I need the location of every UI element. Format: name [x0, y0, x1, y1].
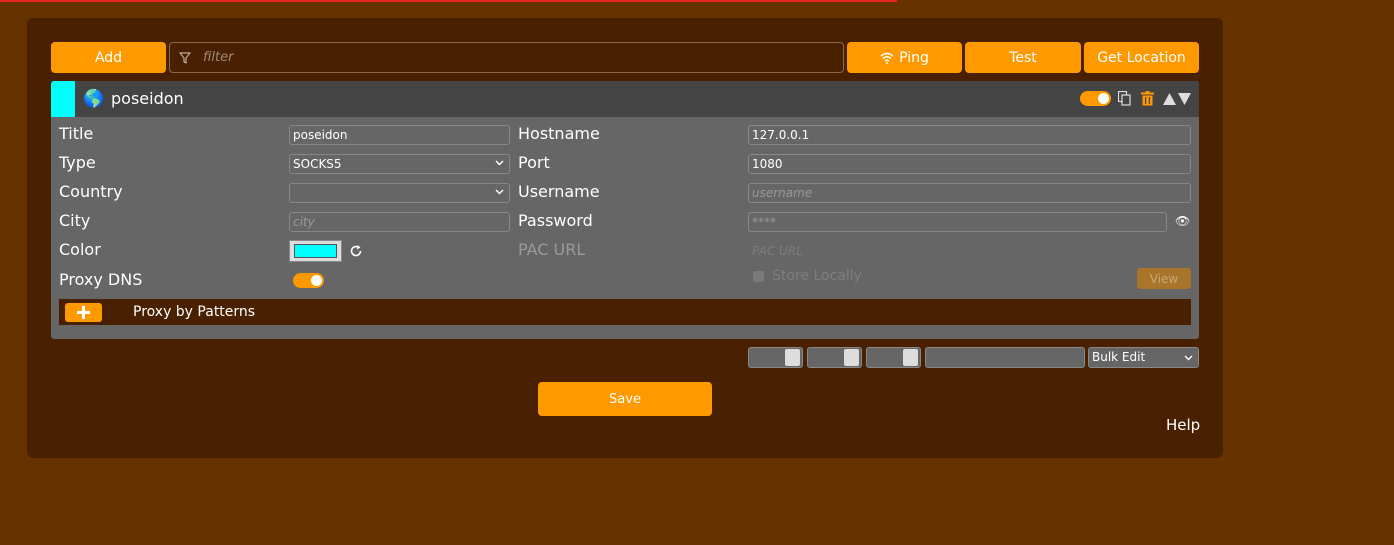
pac-url-label: PAC URL: [518, 240, 586, 259]
toolbar: Add Ping Test Get Location: [51, 42, 1199, 73]
store-locally-label: Store Locally: [772, 268, 862, 284]
bulk-text-input[interactable]: [925, 347, 1085, 368]
globe-icon: 🌎: [83, 89, 105, 109]
proxy-patterns-bar: Proxy by Patterns: [59, 299, 1191, 325]
bulk-number-input-1[interactable]: [748, 347, 803, 368]
title-input[interactable]: [289, 125, 510, 145]
bulk-edit-select-value: Bulk Edit: [1092, 350, 1146, 364]
spinner-arrows-icon[interactable]: [844, 349, 859, 366]
proxy-dns-label: Proxy DNS: [59, 270, 143, 289]
color-picker-swatch: [294, 244, 337, 258]
ping-button-label: Ping: [899, 49, 929, 66]
chevron-down-icon: [1184, 355, 1193, 361]
proxy-card: 🌎 poseidon Title poseidon Type SOCKS5 Co…: [51, 81, 1199, 339]
save-button[interactable]: Save: [538, 382, 712, 416]
type-select[interactable]: SOCKS5: [289, 154, 510, 174]
bulk-number-input-2[interactable]: [807, 347, 862, 368]
country-select[interactable]: [289, 183, 510, 203]
test-button-label: Test: [1009, 49, 1037, 66]
city-input[interactable]: [289, 212, 510, 232]
bulk-number-input-3[interactable]: [866, 347, 921, 368]
bulk-edit-select[interactable]: Bulk Edit: [1088, 347, 1199, 368]
ping-button[interactable]: Ping: [847, 42, 962, 73]
spinner-arrows-icon[interactable]: [785, 349, 800, 366]
hostname-label: Hostname: [518, 124, 600, 143]
proxy-enabled-toggle[interactable]: [1080, 91, 1111, 106]
proxy-by-patterns-label: Proxy by Patterns: [133, 304, 256, 320]
password-input[interactable]: [748, 212, 1167, 232]
hostname-input[interactable]: [748, 125, 1191, 145]
refresh-icon[interactable]: [349, 244, 363, 258]
test-button[interactable]: Test: [965, 42, 1081, 73]
move-down-icon[interactable]: [1178, 93, 1191, 105]
help-link[interactable]: Help: [1166, 415, 1200, 435]
color-picker[interactable]: [289, 240, 342, 262]
spinner-arrows-icon[interactable]: [903, 349, 918, 366]
main-panel: Add Ping Test Get Location 🌎: [27, 18, 1223, 458]
port-input[interactable]: [748, 154, 1191, 174]
proxy-header-title: poseidon: [111, 89, 184, 108]
color-label: Color: [59, 240, 101, 259]
proxy-header[interactable]: 🌎 poseidon: [51, 81, 1199, 117]
pac-url-input: [748, 241, 1191, 261]
get-location-button[interactable]: Get Location: [1084, 42, 1199, 73]
view-button: View: [1137, 268, 1191, 289]
filter-input[interactable]: [201, 49, 805, 66]
save-button-label: Save: [609, 391, 641, 407]
username-input[interactable]: [748, 183, 1191, 203]
get-location-button-label: Get Location: [1097, 49, 1186, 66]
country-label: Country: [59, 182, 123, 201]
add-pattern-button[interactable]: [65, 303, 102, 322]
toggle-knob: [1098, 93, 1109, 104]
add-button[interactable]: Add: [51, 42, 166, 73]
duplicate-icon[interactable]: [1118, 91, 1131, 106]
type-label: Type: [59, 153, 96, 172]
plus-icon: [77, 306, 90, 319]
move-up-icon[interactable]: [1163, 93, 1176, 105]
proxy-color-strip: [51, 81, 75, 117]
toggle-knob: [311, 275, 322, 286]
username-label: Username: [518, 182, 600, 201]
view-button-label: View: [1149, 271, 1179, 286]
proxy-dns-toggle[interactable]: [293, 273, 324, 288]
eye-icon[interactable]: 👁: [1175, 214, 1190, 228]
wifi-icon: [880, 52, 894, 64]
filter-box[interactable]: [169, 42, 844, 73]
title-label: Title: [59, 124, 94, 143]
page-progress-bar: [0, 0, 897, 2]
city-label: City: [59, 211, 91, 230]
store-locally-checkbox: [753, 271, 764, 282]
add-button-label: Add: [94, 49, 123, 66]
type-select-value: SOCKS5: [293, 157, 342, 171]
port-label: Port: [518, 153, 550, 172]
delete-icon[interactable]: [1141, 91, 1154, 106]
password-label: Password: [518, 211, 593, 230]
chevron-down-icon: [495, 160, 504, 166]
filter-icon: [179, 52, 191, 64]
chevron-down-icon: [495, 189, 504, 195]
